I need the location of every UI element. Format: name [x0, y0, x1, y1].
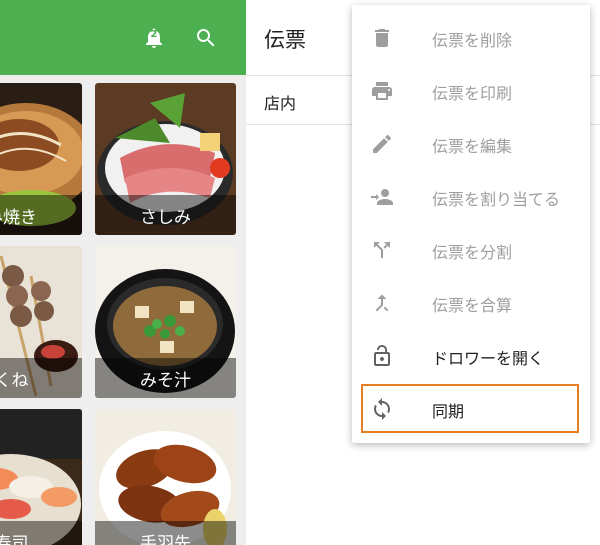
- menu-tile-sashimi[interactable]: さしみ: [95, 83, 236, 235]
- tile-label: くね: [0, 358, 82, 398]
- menu-item-label: 伝票を印刷: [432, 84, 513, 103]
- assign-person-icon: [371, 189, 393, 205]
- ticket-options-menu: 伝票を削除 伝票を印刷 伝票を編集 伝票を割り当てる 伝票を分割 伝票を合算 ド…: [352, 5, 590, 443]
- menu-item-edit-ticket[interactable]: 伝票を編集: [352, 117, 590, 170]
- printer-icon: [372, 82, 392, 100]
- menu-item-assign-ticket[interactable]: 伝票を割り当てる: [352, 170, 590, 223]
- menu-tile-okonomiyaki[interactable]: み焼き: [0, 83, 82, 235]
- menu-item-label: 伝票を合算: [432, 296, 513, 315]
- item-grid-pane: 2 み焼き: [0, 0, 246, 545]
- selection-highlight: [361, 384, 579, 433]
- tile-label: み焼き: [0, 195, 82, 235]
- menu-item-merge-ticket[interactable]: 伝票を合算: [352, 276, 590, 329]
- menu-item-label: 伝票を分割: [432, 243, 513, 262]
- search-icon: [197, 29, 215, 47]
- menu-item-print-ticket[interactable]: 伝票を印刷: [352, 64, 590, 117]
- tile-label: 寿司: [0, 521, 82, 545]
- ticket-location: 店内: [264, 94, 297, 113]
- tile-label: さしみ: [95, 195, 236, 235]
- menu-tile-tsukune[interactable]: くね: [0, 246, 82, 398]
- menu-tile-tebasaki[interactable]: 手羽先: [95, 409, 236, 545]
- menu-tile-miso-soup[interactable]: みそ汁: [95, 246, 236, 398]
- menu-tile-sushi[interactable]: 寿司: [0, 409, 82, 545]
- merge-icon: [375, 294, 389, 312]
- notification-button[interactable]: 2: [140, 24, 168, 52]
- ticket-title: 伝票: [264, 28, 306, 52]
- trash-icon: [375, 29, 389, 47]
- pencil-icon: [373, 134, 391, 153]
- tile-label: 手羽先: [95, 521, 236, 545]
- tile-label: みそ汁: [95, 358, 236, 398]
- notification-count: 2: [150, 29, 158, 40]
- menu-item-label: 伝票を削除: [432, 31, 513, 50]
- menu-item-open-drawer[interactable]: ドロワーを開く: [352, 329, 590, 382]
- menu-item-label: 伝票を割り当てる: [432, 190, 561, 209]
- menu-item-label: 伝票を編集: [432, 137, 513, 156]
- app-bar: 2: [0, 0, 246, 75]
- split-icon: [374, 242, 390, 258]
- search-button[interactable]: [192, 24, 220, 52]
- menu-item-delete-ticket[interactable]: 伝票を削除: [352, 11, 590, 64]
- unlock-icon: [374, 345, 390, 366]
- menu-item-label: ドロワーを開く: [432, 349, 545, 368]
- menu-item-split-ticket[interactable]: 伝票を分割: [352, 223, 590, 276]
